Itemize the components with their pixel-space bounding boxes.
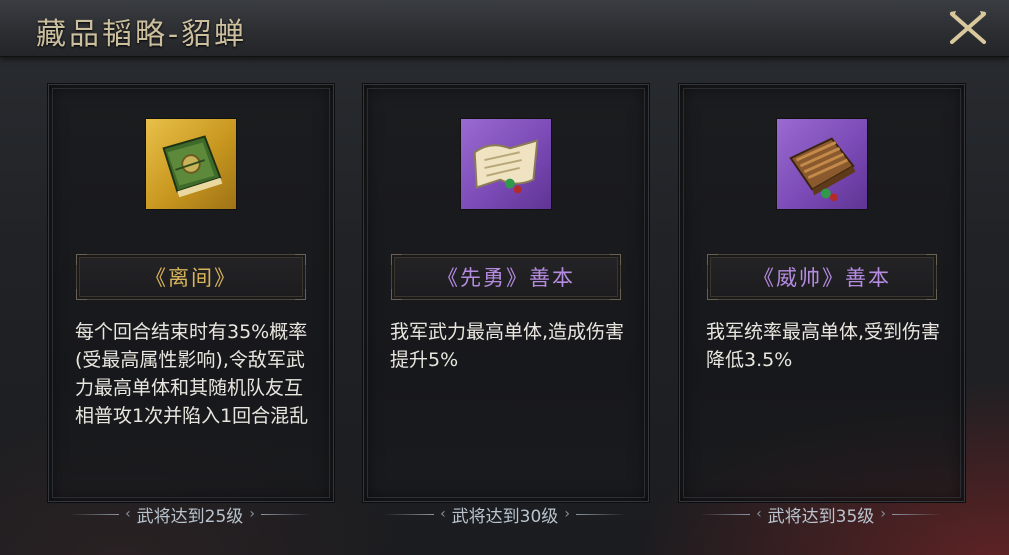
item-name: 《离间》 bbox=[145, 266, 237, 290]
page-title: 藏品韬略-貂蝉 bbox=[36, 17, 248, 52]
chevron-left-icon: ‹ bbox=[125, 506, 131, 522]
item-description: 我军武力最高单体,造成伤害提升5% bbox=[390, 321, 625, 371]
item-description: 每个回合结束时有35%概率(受最高属性影响),令敌军武力最高单体和其随机队友互相… bbox=[75, 321, 309, 427]
item-name: 《威帅》善本 bbox=[753, 266, 891, 290]
divider-right bbox=[575, 513, 626, 515]
scroll-icon[interactable] bbox=[460, 118, 552, 210]
requirement-xianyong: ‹ 武将达到30级 › bbox=[362, 499, 648, 529]
bamboo-book-icon[interactable] bbox=[776, 118, 868, 210]
requirement-lijian: ‹ 武将达到25级 › bbox=[47, 499, 333, 529]
item-name: 《先勇》善本 bbox=[437, 266, 575, 290]
item-name-banner: 《离间》 bbox=[76, 254, 306, 300]
chevron-right-icon: › bbox=[880, 506, 886, 522]
requirement-text: 武将达到25级 bbox=[136, 506, 244, 527]
chevron-right-icon: › bbox=[249, 506, 255, 522]
card-lijian: 《离间》 每个回合结束时有35%概率(受最高属性影响),令敌军武力最高单体和其随… bbox=[47, 83, 335, 503]
item-name-banner: 《威帅》善本 bbox=[707, 254, 937, 300]
gold-book-icon[interactable] bbox=[145, 118, 237, 210]
requirement-text: 武将达到35级 bbox=[767, 506, 875, 527]
divider-left bbox=[700, 513, 751, 515]
divider-left bbox=[384, 513, 435, 515]
item-name-banner: 《先勇》善本 bbox=[391, 254, 621, 300]
divider-right bbox=[891, 513, 942, 515]
requirement-weishuai: ‹ 武将达到35级 › bbox=[678, 499, 964, 529]
close-x-icon bbox=[950, 11, 986, 44]
chevron-left-icon: ‹ bbox=[756, 506, 762, 522]
card-xianyong: 《先勇》善本 我军武力最高单体,造成伤害提升5% bbox=[362, 83, 650, 503]
header-bar: 藏品韬略-貂蝉 bbox=[0, 0, 1009, 57]
divider-right bbox=[260, 513, 311, 515]
item-description: 我军统率最高单体,受到伤害降低3.5% bbox=[706, 321, 941, 371]
chevron-right-icon: › bbox=[564, 506, 570, 522]
chevron-left-icon: ‹ bbox=[440, 506, 446, 522]
divider-left bbox=[69, 513, 120, 515]
card-weishuai: 《威帅》善本 我军统率最高单体,受到伤害降低3.5% bbox=[678, 83, 966, 503]
close-button[interactable] bbox=[944, 6, 992, 50]
requirement-text: 武将达到30级 bbox=[451, 506, 559, 527]
